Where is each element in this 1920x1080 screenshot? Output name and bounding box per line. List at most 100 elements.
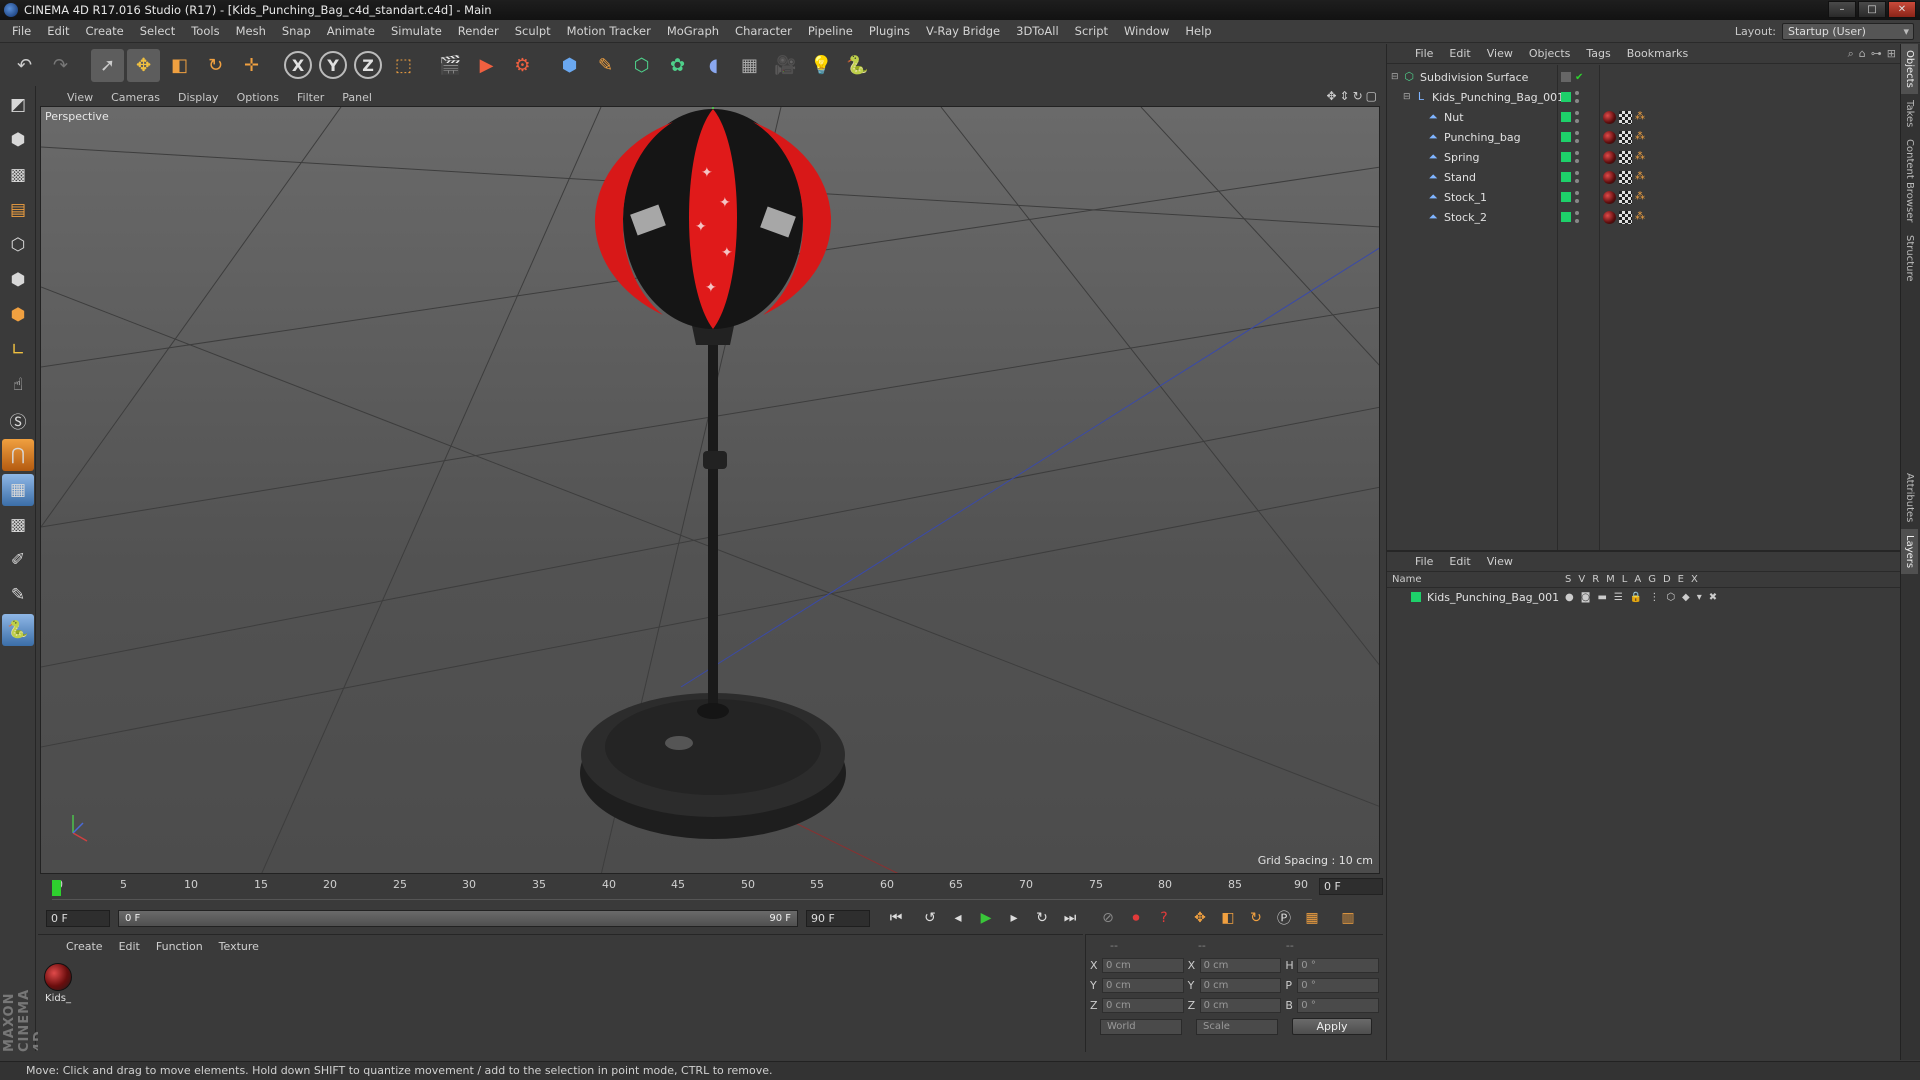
viewport-menu-display[interactable]: Display [169, 91, 228, 104]
om-menu-view[interactable]: View [1479, 47, 1521, 60]
next-frame-icon[interactable]: ▸ [1001, 906, 1027, 930]
rotate-tool-icon[interactable]: ↻ [199, 49, 232, 82]
menu-character[interactable]: Character [727, 24, 800, 38]
move-tool-icon[interactable]: ✥ [127, 48, 160, 82]
size-mode-select[interactable]: Scale [1196, 1018, 1278, 1035]
menu-mograph[interactable]: MoGraph [659, 24, 727, 38]
animation-toggle-icon[interactable]: ⋮ [1649, 592, 1659, 603]
selection-tag-icon[interactable]: ⁂ [1635, 171, 1645, 183]
object-row[interactable]: ⏶ Stock_1 ⁂ [1387, 187, 1901, 207]
menu-simulate[interactable]: Simulate [383, 24, 450, 38]
planar-workplane-icon[interactable]: ▩ [2, 509, 34, 541]
layout-select[interactable]: Startup (User) [1782, 23, 1914, 40]
position-x-field[interactable]: 0 cm [1101, 957, 1184, 973]
render-view-icon[interactable]: 🎬 [434, 49, 467, 82]
solo-mode-icon[interactable]: Ⓢ [2, 404, 34, 436]
sculpt-brush-icon[interactable]: ✐ [2, 544, 34, 576]
axis-mode-icon[interactable]: ∟ [2, 334, 34, 366]
menu-sculpt[interactable]: Sculpt [507, 24, 559, 38]
material-item[interactable]: Kids_ [42, 963, 74, 1004]
go-to-start-icon[interactable]: ⏮ [883, 906, 909, 930]
material-tag-icon[interactable] [1603, 170, 1616, 184]
pan-view-icon[interactable]: ✥ [1326, 89, 1336, 103]
key-position-icon[interactable]: ✥ [1187, 906, 1213, 930]
layer-color-swatch[interactable] [1411, 592, 1421, 602]
tab-structure[interactable]: Structure [1901, 229, 1918, 288]
coordinate-system-icon[interactable]: ⬚ [387, 49, 420, 82]
tab-attributes[interactable]: Attributes [1901, 467, 1918, 528]
redo-icon[interactable]: ↷ [44, 49, 77, 82]
layer-color-swatch[interactable] [1561, 92, 1571, 102]
undo-icon[interactable]: ↶ [8, 49, 41, 82]
rotation-b-field[interactable]: 0 ° [1297, 997, 1380, 1013]
material-tag-icon[interactable] [1603, 110, 1616, 124]
uvw-tag-icon[interactable] [1619, 170, 1632, 184]
selection-tag-icon[interactable]: ⁂ [1635, 131, 1645, 143]
keyframe-selection-icon[interactable]: ? [1151, 906, 1177, 930]
camera-icon[interactable]: 🎥 [769, 49, 802, 82]
viewport-menu-view[interactable]: View [58, 91, 102, 104]
solo-toggle-icon[interactable]: ● [1565, 592, 1574, 603]
viewport-menu-filter[interactable]: Filter [288, 91, 333, 104]
menu-snap[interactable]: Snap [274, 24, 319, 38]
uvw-tag-icon[interactable] [1619, 130, 1632, 144]
deformer-icon[interactable]: ◖ [697, 49, 730, 82]
manager-toggle-icon[interactable]: ☰ [1614, 592, 1623, 603]
orbit-view-icon[interactable]: ↻ [1353, 89, 1363, 103]
layer-color-swatch[interactable] [1561, 112, 1571, 122]
object-row[interactable]: ⊟ ⬡ Subdivision Surface ✔ [1387, 67, 1901, 87]
frame-range-slider[interactable]: 0 F 90 F [118, 909, 798, 927]
edges-mode-icon[interactable]: ⬢ [2, 264, 34, 296]
zoom-view-icon[interactable]: ⇕ [1340, 89, 1350, 103]
autokeying-icon[interactable]: ⏺ [1123, 906, 1149, 930]
rotation-h-field[interactable]: 0 ° [1297, 957, 1380, 973]
polygons-mode-icon[interactable]: ⬢ [2, 299, 34, 331]
x-axis-lock-button[interactable]: X [284, 51, 312, 79]
key-parameter-icon[interactable]: Ⓟ [1271, 906, 1297, 930]
material-menu-function[interactable]: Function [148, 940, 211, 953]
timeline-ruler[interactable]: 0 5 10 15 20 25 30 35 40 45 50 55 60 65 … [52, 876, 1312, 900]
start-frame-field[interactable]: 0 F [46, 909, 110, 927]
visibility-dots[interactable] [1575, 151, 1579, 163]
menu-3dtoall[interactable]: 3DToAll [1008, 24, 1067, 38]
timeline[interactable]: 0 5 10 15 20 25 30 35 40 45 50 55 60 65 … [38, 874, 1383, 904]
visibility-dots[interactable] [1575, 171, 1579, 183]
object-row[interactable]: ⏶ Punching_bag ⁂ [1387, 127, 1901, 147]
menu-create[interactable]: Create [78, 24, 132, 38]
menu-plugins[interactable]: Plugins [861, 24, 918, 38]
pen-spline-icon[interactable]: ✎ [589, 49, 622, 82]
key-pla-icon[interactable]: ▦ [1299, 906, 1325, 930]
size-x-field[interactable]: 0 cm [1199, 957, 1282, 973]
next-key-icon[interactable]: ↻ [1029, 906, 1055, 930]
minimize-button[interactable]: – [1828, 1, 1856, 18]
deformer-toggle-icon[interactable]: ◆ [1682, 592, 1690, 603]
menu-animate[interactable]: Animate [319, 24, 383, 38]
size-y-field[interactable]: 0 cm [1199, 977, 1282, 993]
texture-mode-icon[interactable]: ▩ [2, 159, 34, 191]
tab-objects[interactable]: Objects [1901, 44, 1918, 94]
material-swatch[interactable] [44, 963, 72, 991]
make-editable-icon[interactable]: ◩ [2, 89, 34, 121]
viewport-menu-panel[interactable]: Panel [333, 91, 381, 104]
xref-toggle-icon[interactable]: ✖ [1709, 592, 1717, 603]
viewport-menu-options[interactable]: Options [228, 91, 288, 104]
object-row[interactable]: ⊟ L Kids_Punching_Bag_001 [1387, 87, 1901, 107]
material-menu-create[interactable]: Create [58, 940, 111, 953]
menu-help[interactable]: Help [1177, 24, 1219, 38]
go-to-end-icon[interactable]: ⏭ [1057, 906, 1083, 930]
timeline-window-icon[interactable]: ▥ [1335, 906, 1361, 930]
menu-edit[interactable]: Edit [39, 24, 77, 38]
visible-toggle-icon[interactable]: ◙ [1581, 592, 1591, 603]
current-frame-field[interactable]: 0 F [1319, 878, 1383, 895]
maximize-button[interactable]: □ [1858, 1, 1886, 18]
play-forward-icon[interactable]: ▶ [973, 906, 999, 930]
menu-tools[interactable]: Tools [183, 24, 227, 38]
layer-color-swatch[interactable] [1561, 132, 1571, 142]
menu-mesh[interactable]: Mesh [228, 24, 274, 38]
layer-swatch-empty[interactable] [1561, 72, 1571, 82]
menu-motion-tracker[interactable]: Motion Tracker [559, 24, 659, 38]
layer-row[interactable]: Kids_Punching_Bag_001 ● ◙ ▬ ☰ 🔒 ⋮ ⬡ ◆ ▾ … [1387, 588, 1901, 606]
timeline-playhead[interactable] [52, 880, 61, 896]
position-y-field[interactable]: 0 cm [1101, 977, 1184, 993]
material-menu-edit[interactable]: Edit [111, 940, 148, 953]
